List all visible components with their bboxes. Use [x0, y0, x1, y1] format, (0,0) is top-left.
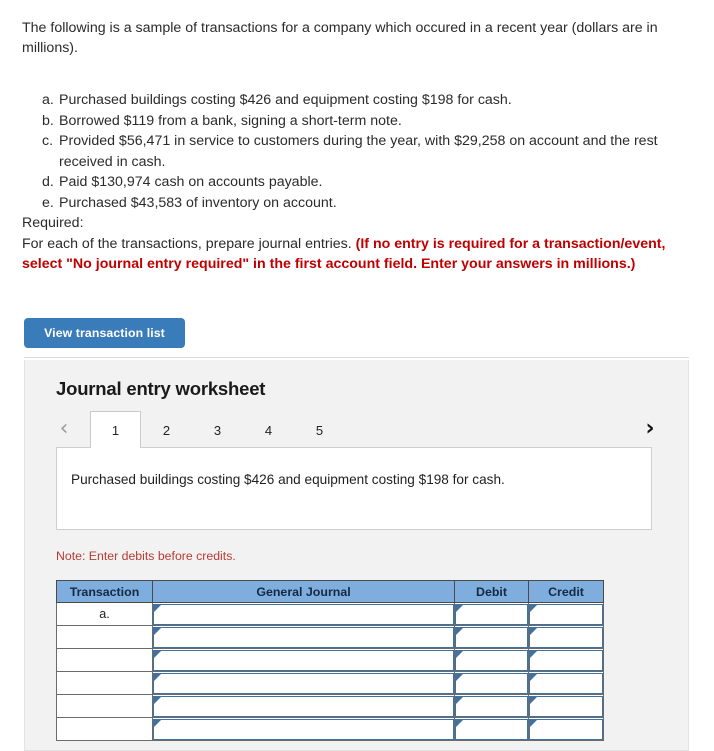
list-item: b. Borrowed $119 from a bank, signing a … [42, 111, 687, 132]
journal-entry-table: Transaction General Journal Debit Credit… [56, 580, 604, 741]
table-row [56, 625, 604, 649]
credit-input[interactable] [529, 672, 603, 694]
cell-debit[interactable] [454, 671, 529, 695]
credit-input[interactable] [529, 718, 603, 740]
account-select[interactable] [153, 626, 454, 648]
credit-input[interactable] [529, 695, 603, 717]
cell-debit[interactable] [454, 602, 529, 626]
panel-title: Journal entry worksheet [56, 378, 266, 399]
column-header-debit: Debit [454, 580, 529, 603]
transaction-list: a. Purchased buildings costing $426 and … [42, 90, 687, 213]
account-select[interactable] [153, 672, 454, 694]
cell-transaction [56, 625, 153, 649]
intro-paragraph: The following is a sample of transaction… [22, 20, 658, 56]
list-item: e. Purchased $43,583 of inventory on acc… [42, 193, 687, 214]
debit-input[interactable] [455, 626, 528, 648]
account-select[interactable] [153, 649, 454, 671]
tab-5[interactable]: 5 [294, 411, 345, 448]
debit-input[interactable] [455, 695, 528, 717]
cell-credit[interactable] [528, 602, 604, 626]
list-item: c. Provided $56,471 in service to custom… [42, 131, 687, 172]
section-divider [24, 357, 689, 358]
list-item: a. Purchased buildings costing $426 and … [42, 90, 687, 111]
required-label: Required: [22, 215, 84, 231]
account-select[interactable] [153, 603, 454, 625]
list-item: d. Paid $130,974 cash on accounts payabl… [42, 172, 687, 193]
debit-input[interactable] [455, 672, 528, 694]
cell-credit[interactable] [528, 671, 604, 695]
cell-debit[interactable] [454, 694, 529, 718]
account-select[interactable] [153, 718, 454, 740]
journal-entry-table-wrapper: Transaction General Journal Debit Credit… [56, 580, 604, 741]
table-row [56, 671, 604, 695]
credit-input[interactable] [529, 649, 603, 671]
tab-4[interactable]: 4 [243, 411, 294, 448]
cell-general-journal[interactable] [152, 671, 455, 695]
question-page: The following is a sample of transaction… [0, 0, 714, 751]
cell-general-journal[interactable] [152, 602, 455, 626]
cell-credit[interactable] [528, 717, 604, 741]
cell-transaction: a. [56, 602, 153, 626]
chevron-left-icon[interactable]: ‹ [53, 418, 75, 442]
cell-debit[interactable] [454, 625, 529, 649]
table-row [56, 648, 604, 672]
list-item-text: Purchased buildings costing $426 and equ… [59, 92, 512, 108]
worksheet-prompt-text: Purchased buildings costing $426 and equ… [71, 472, 505, 487]
list-item-letter: a. [42, 92, 54, 108]
debit-input[interactable] [455, 603, 528, 625]
column-header-general-journal: General Journal [152, 580, 455, 603]
credit-input[interactable] [529, 603, 603, 625]
list-item-text: Purchased $43,583 of inventory on accoun… [59, 194, 337, 211]
view-transaction-list-button[interactable]: View transaction list [24, 318, 185, 348]
cell-transaction [56, 717, 153, 741]
chevron-right-icon[interactable]: › [639, 418, 661, 442]
column-header-transaction: Transaction [56, 580, 153, 603]
list-item-letter: c. [42, 133, 54, 149]
cell-transaction [56, 648, 153, 672]
list-item-text: Provided $56,471 in service to customers… [59, 133, 658, 170]
cell-credit[interactable] [528, 625, 604, 649]
worksheet-tabstrip: ‹ 1 2 3 4 5 › [25, 411, 690, 448]
required-instruction: For each of the transactions, prepare jo… [22, 235, 352, 252]
worksheet-prompt-box: Purchased buildings costing $426 and equ… [56, 447, 652, 530]
list-item-letter: e. [42, 194, 54, 211]
cell-debit[interactable] [454, 648, 529, 672]
account-select[interactable] [153, 695, 454, 717]
table-row: a. [56, 602, 604, 626]
worksheet-tabs: 1 2 3 4 5 [90, 411, 345, 448]
table-header-row: Transaction General Journal Debit Credit [56, 580, 604, 603]
column-header-credit: Credit [528, 580, 604, 603]
debits-before-credits-note: Note: Enter debits before credits. [56, 549, 236, 563]
cell-general-journal[interactable] [152, 625, 455, 649]
cell-debit[interactable] [454, 717, 529, 741]
cell-general-journal[interactable] [152, 648, 455, 672]
table-row [56, 694, 604, 718]
list-item-text: Borrowed $119 from a bank, signing a sho… [59, 112, 402, 129]
tab-2[interactable]: 2 [141, 411, 192, 448]
cell-credit[interactable] [528, 648, 604, 672]
credit-input[interactable] [529, 626, 603, 648]
tab-1[interactable]: 1 [90, 411, 141, 448]
table-row [56, 717, 604, 741]
journal-entry-worksheet-panel: Journal entry worksheet ‹ 1 2 3 4 5 › Pu… [24, 360, 689, 751]
list-item-letter: b. [42, 112, 54, 129]
cell-general-journal[interactable] [152, 694, 455, 718]
cell-transaction [56, 694, 153, 718]
debit-input[interactable] [455, 718, 528, 740]
list-item-text: Paid $130,974 cash on accounts payable. [59, 174, 323, 190]
cell-general-journal[interactable] [152, 717, 455, 741]
cell-transaction [56, 671, 153, 695]
list-item-letter: d. [42, 174, 54, 190]
cell-credit[interactable] [528, 694, 604, 718]
debit-input[interactable] [455, 649, 528, 671]
tab-3[interactable]: 3 [192, 411, 243, 448]
required-section: Required: For each of the transactions, … [22, 213, 690, 275]
